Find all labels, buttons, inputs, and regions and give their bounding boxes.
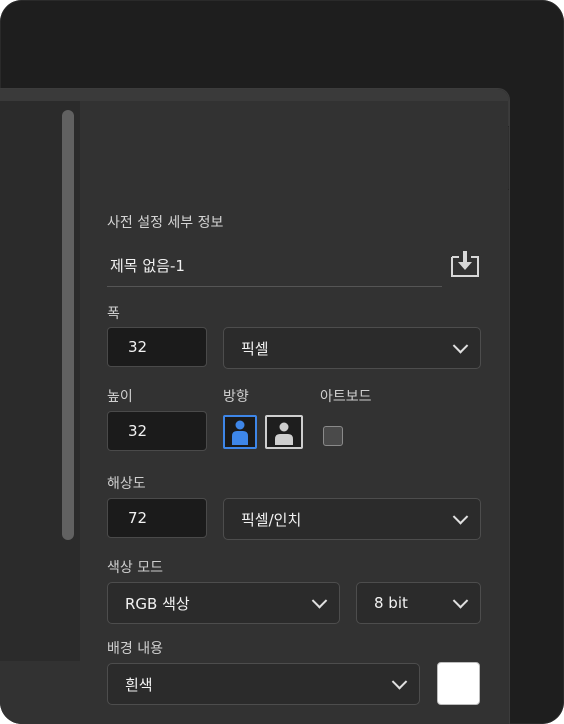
app-frame: 사전 설정 세부 정보 제목 없음-1 폭 32 픽셀 높이 방향 아트보드 3… xyxy=(0,0,564,724)
width-label: 폭 xyxy=(107,306,120,322)
resolution-unit-select[interactable]: 픽셀/인치 xyxy=(223,498,481,540)
height-label: 높이 xyxy=(107,389,133,405)
landscape-orientation-button[interactable] xyxy=(265,415,303,449)
background-value: 흰색 xyxy=(125,675,153,694)
chevron-down-icon xyxy=(391,674,408,690)
preset-details-panel xyxy=(80,101,508,661)
color-mode-label: 색상 모드 xyxy=(107,560,163,576)
portrait-orientation-button[interactable] xyxy=(223,415,257,449)
resolution-unit-label: 픽셀/인치 xyxy=(241,510,302,529)
height-input[interactable]: 32 xyxy=(107,411,207,451)
preset-name-underline xyxy=(107,286,442,287)
preset-name-field[interactable]: 제목 없음-1 xyxy=(110,255,185,276)
background-select[interactable]: 흰색 xyxy=(107,663,420,705)
resolution-label: 해상도 xyxy=(107,476,146,492)
resolution-input[interactable]: 72 xyxy=(107,498,207,538)
chevron-down-icon xyxy=(311,593,328,609)
save-preset-icon[interactable] xyxy=(449,249,481,279)
width-input[interactable]: 32 xyxy=(107,327,207,367)
chevron-down-icon xyxy=(452,593,469,609)
color-mode-value: RGB 색상 xyxy=(125,594,190,613)
bit-depth-value: 8 bit xyxy=(374,594,408,612)
background-color-swatch[interactable] xyxy=(437,662,480,705)
artboard-label: 아트보드 xyxy=(320,389,372,405)
scrollbar-thumb[interactable] xyxy=(62,110,74,540)
width-unit-select[interactable]: 픽셀 xyxy=(223,327,481,369)
landscape-icon xyxy=(275,422,293,445)
chevron-down-icon xyxy=(452,509,469,525)
artboard-checkbox[interactable] xyxy=(323,426,343,446)
chevron-down-icon xyxy=(452,338,469,354)
color-mode-select[interactable]: RGB 색상 xyxy=(107,582,340,624)
section-title: 사전 설정 세부 정보 xyxy=(107,215,224,231)
portrait-icon xyxy=(232,420,248,445)
orientation-label: 방향 xyxy=(223,389,249,405)
bit-depth-select[interactable]: 8 bit xyxy=(356,582,481,624)
width-unit-label: 픽셀 xyxy=(241,339,269,358)
background-label: 배경 내용 xyxy=(107,641,163,657)
